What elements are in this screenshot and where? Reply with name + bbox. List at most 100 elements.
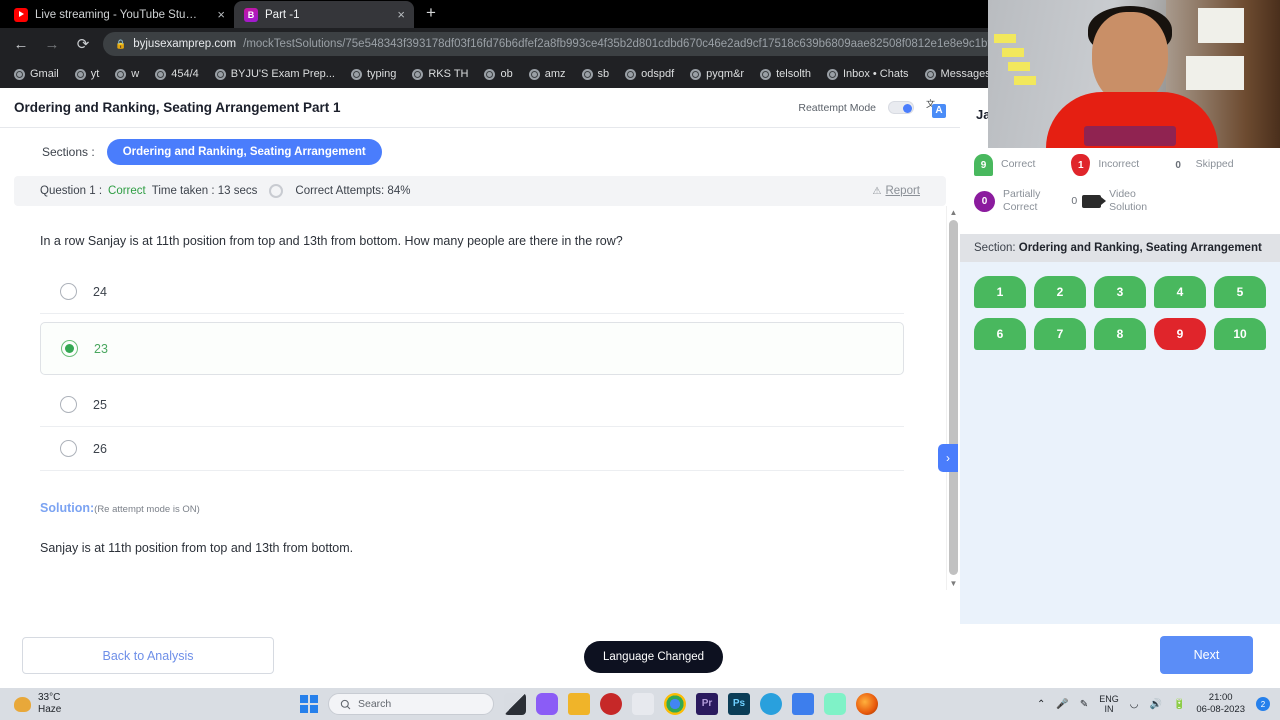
radio-icon[interactable] [60,440,77,457]
tray-chevron-icon[interactable]: ⌃ [1037,699,1045,710]
question-scrollbar[interactable]: ▲ ▼ [946,206,960,590]
bookmark-item[interactable]: Gmail [8,66,65,82]
question-nav-item[interactable]: 3 [1094,276,1146,309]
panel-collapse-toggle[interactable]: › [938,444,958,472]
teams-icon[interactable] [536,693,558,715]
taskbar-search[interactable]: Search [328,693,494,715]
back-to-analysis-button[interactable]: Back to Analysis [22,637,274,674]
option-row-selected[interactable]: 23 [40,322,904,375]
premiere-pro-icon[interactable]: Pr [696,693,718,715]
notification-badge[interactable]: 2 [1256,697,1270,711]
close-icon[interactable]: × [207,7,225,22]
radio-icon-selected[interactable] [61,340,78,357]
report-button[interactable]: ⚠ Report [873,185,921,197]
chrome-icon[interactable] [664,693,686,715]
mail-icon[interactable] [792,693,814,715]
reattempt-mode-label: Reattempt Mode [798,101,876,114]
question-nav-item[interactable]: 2 [1034,276,1086,309]
globe-icon [155,68,167,80]
bookmark-label: yt [90,68,100,80]
globe-icon [214,68,226,80]
file-explorer-icon[interactable] [568,693,590,715]
correct-badge: 9 [974,154,993,176]
weather-text: 33°C Haze [38,692,61,717]
volume-icon[interactable]: 🔊 [1149,699,1161,710]
option-label: 23 [94,341,108,356]
question-nav-item[interactable]: 4 [1154,276,1206,309]
stat-label: Correct [1001,158,1036,171]
pen-icon[interactable]: ✎ [1080,699,1088,710]
tab-title: Live streaming - YouTube Studio [35,8,201,21]
stat-label: Partially Correct [1003,188,1041,214]
bookmark-item[interactable]: RKS TH [406,66,474,82]
scroll-down-icon[interactable]: ▼ [947,577,960,590]
browser-tab-part1[interactable]: B Part -1 × [234,1,414,28]
wifi-icon[interactable]: ◡ [1130,699,1139,710]
snipping-tool-icon[interactable] [632,693,654,715]
option-row[interactable]: 26 [40,427,904,471]
option-row[interactable]: 25 [40,383,904,427]
bookmark-item[interactable]: pyqm&r [684,66,750,82]
bookmark-item[interactable]: 454/4 [149,66,205,82]
section-chip[interactable]: Ordering and Ranking, Seating Arrangemen… [106,139,382,165]
globe-icon [528,68,540,80]
scroll-up-icon[interactable]: ▲ [947,206,960,219]
clock[interactable]: 21:00 06-08-2023 [1196,692,1245,716]
bookmark-label: odspdf [641,68,675,80]
bookmark-item[interactable]: telsolth [754,66,817,82]
webcam-note [1198,8,1244,43]
question-nav-item[interactable]: 1 [974,276,1026,309]
bookmark-item[interactable]: yt [69,66,106,82]
telegram-icon[interactable] [760,693,782,715]
obs-icon[interactable] [824,693,846,715]
question-nav-item[interactable]: 8 [1094,318,1146,351]
radio-icon[interactable] [60,396,77,413]
toast-message: Language Changed [584,641,724,673]
bookmark-item[interactable]: Inbox • Chats [821,66,915,82]
question-nav-item[interactable]: 5 [1214,276,1266,309]
task-view-icon[interactable] [504,693,526,715]
stats-row: 0 Partially Correct 0 Video Solution [974,182,1266,220]
new-tab-button[interactable]: + [414,0,448,28]
scrollbar-thumb[interactable] [949,220,958,575]
radio-icon[interactable] [60,283,77,300]
question-nav-item[interactable]: 6 [974,318,1026,351]
start-button[interactable] [300,695,318,713]
close-icon[interactable]: × [387,7,405,22]
search-placeholder: Search [358,698,392,710]
summary-panel: Ja 9 Correct 1 Incorrect 0 Skipped 0 Par… [960,88,1280,688]
firefox-icon[interactable] [856,693,878,715]
weather-widget[interactable]: 33°C Haze [0,692,300,717]
back-icon[interactable]: ← [10,36,32,53]
bookmark-item[interactable]: sb [576,66,616,82]
question-nav-item[interactable]: 7 [1034,318,1086,351]
solution-note: (Re attempt mode is ON) [94,504,200,515]
language-indicator[interactable]: ENG IN [1099,694,1119,715]
question-nav-item[interactable]: 9 [1154,318,1206,351]
bookmark-item[interactable]: amz [523,66,572,82]
forward-icon[interactable]: → [41,36,63,53]
youtube-icon [14,7,28,22]
bookmark-item[interactable]: w [109,66,145,82]
option-row[interactable]: 24 [40,270,904,314]
record-icon[interactable] [600,693,622,715]
page-title: Ordering and Ranking, Seating Arrangemen… [14,100,341,115]
browser-tab-youtube[interactable]: Live streaming - YouTube Studio × [4,1,234,28]
question-nav-item[interactable]: 10 [1214,318,1266,351]
reload-icon[interactable]: ⟳ [72,35,94,53]
reattempt-mode-toggle[interactable] [888,101,914,114]
battery-icon[interactable]: 🔋 [1173,699,1185,710]
photoshop-icon[interactable]: Ps [728,693,750,715]
bookmark-item[interactable]: ob [478,66,518,82]
webcam-shirt-logo [1084,126,1176,146]
bookmark-item[interactable]: BYJU'S Exam Prep... [209,66,341,82]
screen: Live streaming - YouTube Studio × B Part… [0,0,1280,720]
tab-title: Part -1 [265,8,300,21]
bookmark-item[interactable]: typing [345,66,402,82]
next-button[interactable]: Next [1160,636,1253,674]
translate-icon[interactable]: 文 A [926,98,946,118]
microphone-icon[interactable]: 🎤 [1056,699,1068,710]
bookmark-item[interactable]: odspdf [619,66,680,82]
stat-spacer [1169,182,1266,220]
solution-heading: Solution:(Re attempt mode is ON) [40,501,904,515]
